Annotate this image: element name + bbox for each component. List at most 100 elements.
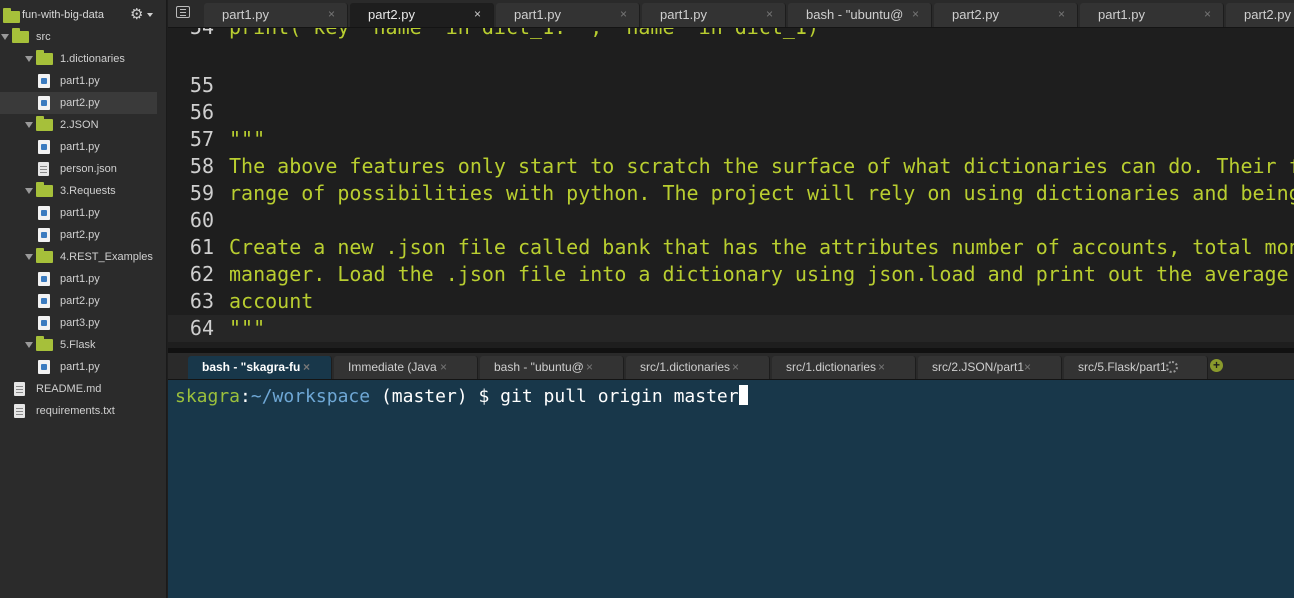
close-icon[interactable]: × — [732, 356, 739, 378]
close-icon[interactable]: × — [474, 3, 481, 26]
editor-tab[interactable]: part2.py× — [350, 3, 494, 27]
line-code: """ — [229, 316, 266, 340]
close-icon[interactable]: × — [328, 3, 335, 26]
line-code: account — [229, 289, 314, 313]
console-tab-bar: bash - "skagra-fu × Immediate (Java × bash -… — [168, 353, 1294, 380]
tree-folder[interactable]: 4.REST_Examples — [0, 246, 157, 268]
editor-tab[interactable]: part1.py × — [496, 3, 640, 27]
close-icon[interactable]: × — [620, 3, 627, 26]
console-tab-label: bash - "skagra-fu — [202, 360, 300, 374]
tree-file[interactable]: person.json — [0, 158, 157, 180]
python-file-icon — [38, 316, 50, 330]
editor-tab-label: part1.py — [514, 7, 561, 22]
text-file-icon — [38, 162, 49, 176]
tree-folder[interactable]: src — [0, 26, 157, 48]
close-icon[interactable]: × — [912, 3, 919, 26]
code-line: 59 range of possibilities with python. Th… — [168, 180, 1294, 207]
console-tab[interactable]: src/1.dictionaries × — [626, 356, 770, 379]
code-line: 60 — [168, 207, 1294, 234]
tree-item-label: part1.py — [60, 361, 100, 373]
close-icon[interactable]: × — [1058, 3, 1065, 26]
chevron-down-icon[interactable] — [25, 56, 33, 62]
editor-tab-label: part1.py — [1098, 7, 1145, 22]
tree-file[interactable]: part1.py — [0, 202, 157, 224]
tree-folder[interactable]: 2.JSON — [0, 114, 157, 136]
terminal-path: ~/workspace — [250, 386, 371, 407]
tree-item-label: 4.REST_Examples — [60, 251, 153, 263]
tree-file[interactable]: part3.py — [0, 312, 157, 334]
code-line: 54 print("key 'name' in dict_1: ", 'name… — [168, 28, 1294, 41]
close-icon[interactable]: × — [1204, 3, 1211, 26]
tree-file[interactable]: part1.py — [0, 70, 157, 92]
line-number: 58 — [189, 154, 214, 178]
editor-tab[interactable]: part2.py× — [1226, 3, 1294, 27]
code-editor[interactable]: 54 print("key 'name' in dict_1: ", 'name… — [168, 28, 1294, 348]
tree-item-label: 5.Flask — [60, 339, 96, 351]
python-file-icon — [38, 294, 50, 308]
editor-tab-bar: part1.py × part2.py × part1.py × part1.py × bash… — [168, 0, 1294, 28]
tree-folder[interactable]: 1.dictionaries — [0, 48, 157, 70]
console-tab[interactable]: src/1.dictionaries × — [772, 356, 916, 379]
console-tab[interactable]: Immediate (Java × — [334, 356, 478, 379]
console-tab[interactable]: src/2.JSON/part1 × — [918, 356, 1062, 379]
editor-tab[interactable]: part2.py× — [934, 3, 1078, 27]
tree-file[interactable]: part2.py — [0, 290, 157, 312]
line-number: 60 — [189, 208, 214, 232]
code-line: 55 — [168, 72, 1294, 99]
tree-item-label: part3.py — [60, 317, 100, 329]
line-number: 62 — [189, 262, 214, 286]
line-code: """ — [229, 127, 266, 151]
close-icon[interactable]: × — [303, 356, 310, 378]
tab-menu-icon[interactable] — [176, 6, 190, 18]
python-file-icon — [38, 360, 50, 374]
chevron-down-icon[interactable] — [147, 13, 153, 17]
tree-file[interactable]: part2.py — [0, 224, 157, 246]
line-number: 54 — [168, 28, 214, 41]
tree-file[interactable]: part1.py — [0, 268, 157, 290]
line-code: The above features only start to scratch… — [229, 154, 1294, 178]
tree-folder[interactable]: 3.Requests — [0, 180, 157, 202]
chevron-down-icon[interactable] — [25, 342, 33, 348]
line-number: 57 — [189, 127, 214, 151]
tree-file[interactable]: README.md — [0, 378, 157, 400]
editor-tab[interactable]: bash - "ubuntu@ × — [788, 3, 932, 27]
code-line: 63 account — [168, 288, 1294, 315]
chevron-down-icon[interactable] — [25, 122, 33, 128]
close-icon[interactable]: × — [440, 356, 447, 378]
line-number: 63 — [189, 289, 214, 313]
editor-tab[interactable]: part1.py × — [642, 3, 786, 27]
console-tab[interactable]: src/5.Flask/part1 — [1064, 356, 1208, 379]
terminal-command: git pull origin master — [500, 386, 739, 407]
folder-icon — [36, 336, 53, 351]
project-root-row[interactable]: fun-with-big-data ⚙ — [0, 4, 166, 26]
chevron-down-icon[interactable] — [1, 34, 9, 40]
close-icon[interactable]: × — [586, 356, 593, 378]
chevron-down-icon[interactable] — [25, 188, 33, 194]
tree-folder[interactable]: 5.Flask — [0, 334, 157, 356]
editor-tab[interactable]: part1.py × — [1080, 3, 1224, 27]
console-tab-label: src/1.dictionaries — [640, 360, 731, 374]
code-line: 57 """ — [168, 126, 1294, 153]
tree-file[interactable]: part2.py — [0, 92, 157, 114]
tree-file[interactable]: part1.py — [0, 136, 157, 158]
file-tree-sidebar: fun-with-big-data ⚙ src 1.dictionaries par… — [0, 0, 167, 598]
folder-icon — [36, 116, 53, 131]
terminal[interactable]: skagra:~/workspace (master) $ git pull o… — [168, 380, 1294, 598]
close-icon[interactable]: × — [878, 356, 885, 378]
tree-file[interactable]: requirements.txt — [0, 400, 157, 422]
folder-icon — [3, 8, 20, 23]
folder-icon — [36, 50, 53, 65]
code-line: 62 manager. Load the .json file into a di… — [168, 261, 1294, 288]
terminal-prompt-symbol: $ — [478, 386, 490, 407]
console-tab[interactable]: bash - "ubuntu@ × — [480, 356, 624, 379]
close-icon[interactable]: × — [1024, 356, 1031, 378]
console-tab[interactable]: bash - "skagra-fu × — [188, 356, 332, 379]
chevron-down-icon[interactable] — [25, 254, 33, 260]
python-file-icon — [38, 140, 50, 154]
tree-item-label: part2.py — [60, 295, 100, 307]
editor-tab[interactable]: part1.py × — [204, 3, 348, 27]
add-tab-icon[interactable]: + — [1210, 359, 1223, 372]
close-icon[interactable]: × — [766, 3, 773, 26]
code-line: 56 — [168, 99, 1294, 126]
tree-file[interactable]: part1.py — [0, 356, 157, 378]
